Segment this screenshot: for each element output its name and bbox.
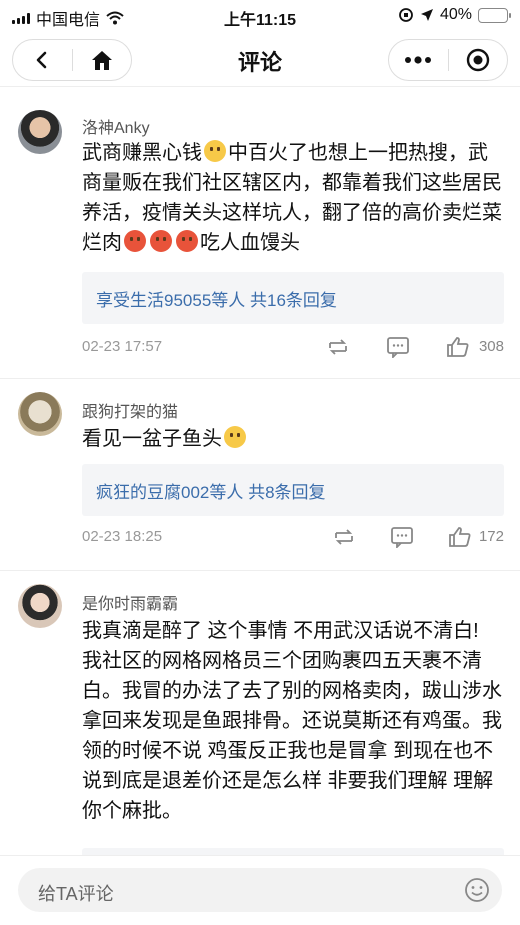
like-count: 172 (478, 528, 504, 545)
emoji-icon (204, 140, 226, 162)
battery-icon (478, 7, 511, 23)
comment-text: 看见一盆子鱼头 (82, 424, 502, 454)
comment-date: 02-23 17:57 (82, 338, 163, 355)
comment-text-part: 武商赚黑心钱 (82, 142, 202, 164)
comment-meta: 02-23 18:25 172 (82, 526, 504, 548)
replies-link[interactable]: 享受生活95055等人 共16条回复 (82, 272, 504, 324)
laugh-cry-emoji-icon (224, 426, 246, 448)
avatar[interactable] (18, 110, 62, 154)
more-button[interactable] (389, 40, 448, 80)
comment-input-placeholder: 给TA评论 (38, 884, 114, 904)
battery-percent: 40% (439, 6, 472, 23)
comment-icon[interactable] (386, 336, 410, 358)
nav-divider (0, 86, 520, 87)
like-count: 308 (478, 338, 504, 355)
comment-text-part: 吃人血馒头 (200, 232, 300, 254)
angry-emoji-icon (124, 230, 146, 252)
like-icon[interactable] (446, 336, 470, 358)
comment-username[interactable]: 跟狗打架的猫 (82, 398, 178, 422)
orientation-lock-icon (399, 8, 413, 22)
comment-username[interactable]: 洛神Anky (82, 114, 150, 138)
angry-emoji-icon (150, 230, 172, 252)
status-right: 40% (398, 6, 511, 24)
comment-text: 我真滴是醉了 这个事情 不用武汉话说不清白! 我社区的网格网格员三个团购裹四五天… (82, 616, 502, 826)
comment-text-part: 看见一盆子鱼头 (82, 428, 222, 450)
comment-date: 02-23 18:25 (82, 528, 163, 545)
record-target-icon (466, 48, 489, 72)
comment-text: 武商赚黑心钱 中百火了也想上一把热搜，武商量贩在我们社区辖区内，都靠着我们这些居民… (82, 138, 502, 258)
comment-text-part: 我真滴是醉了 这个事情 不用武汉话说不清白! 我社区的网格网格员三个团购裹四五天… (82, 620, 502, 822)
close-miniprogram-button[interactable] (448, 40, 507, 80)
share-icon[interactable] (326, 336, 350, 358)
comment-divider (0, 570, 520, 571)
smiley-icon[interactable] (464, 877, 490, 903)
nav-bar: 评论 (0, 32, 520, 82)
nav-right-capsule (388, 39, 508, 81)
comment-divider (0, 378, 520, 379)
comment-username[interactable]: 是你时雨霸霸 (82, 590, 178, 614)
more-dots-icon (405, 56, 432, 64)
avatar[interactable] (18, 392, 62, 436)
comment-meta: 02-23 17:57 308 (82, 336, 504, 358)
like-icon[interactable] (448, 526, 472, 548)
comment-input-bar: 给TA评论 (0, 855, 520, 925)
status-bar: 中国电信 上午11:15 40% (0, 0, 520, 32)
location-icon (420, 9, 433, 21)
avatar[interactable] (18, 584, 62, 628)
comment-input[interactable]: 给TA评论 (18, 868, 502, 912)
angry-emoji-icon (176, 230, 198, 252)
replies-link[interactable]: 疯狂的豆腐002等人 共8条回复 (82, 464, 504, 516)
comment-icon[interactable] (390, 526, 414, 548)
share-icon[interactable] (332, 526, 356, 548)
